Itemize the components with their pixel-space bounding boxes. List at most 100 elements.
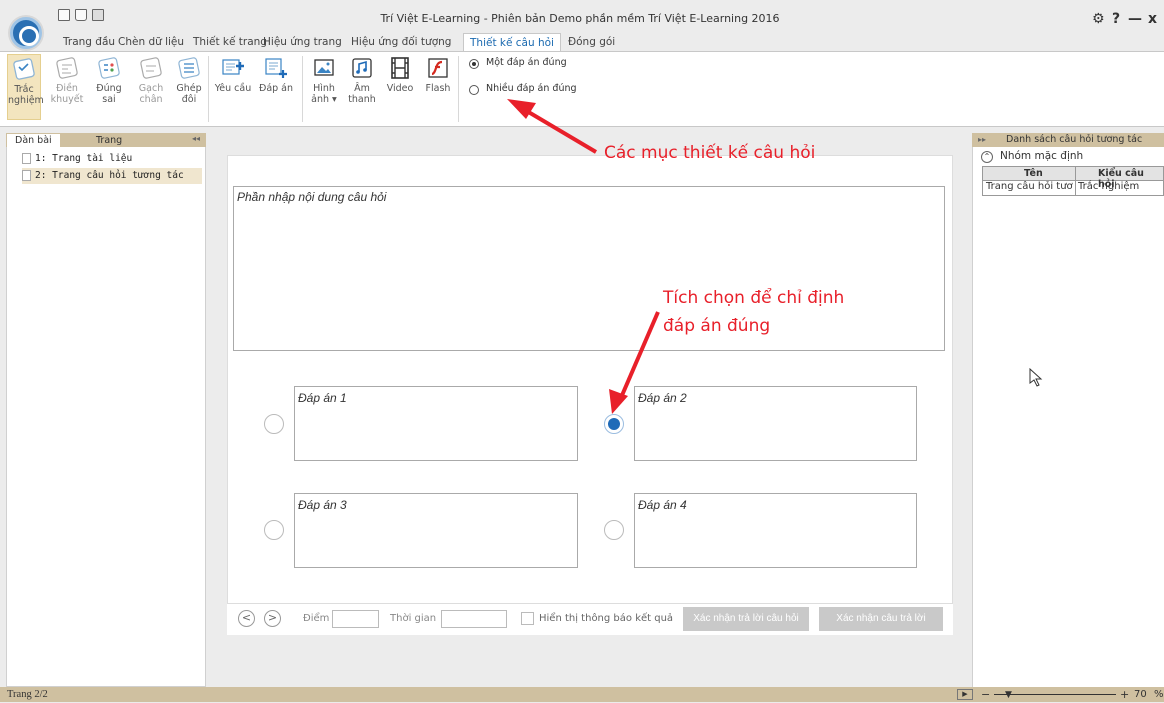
question-list-header: ▸▸ Danh sách câu hỏi tương tác	[972, 133, 1164, 147]
add-answer-button[interactable]: Đáp án	[256, 54, 296, 120]
audio-button[interactable]: Âm thanh	[345, 54, 379, 120]
ribbon-separator	[458, 56, 459, 122]
app-logo-icon[interactable]	[10, 17, 42, 49]
outline-panel	[6, 133, 206, 687]
page-item-label: 1: Trang tài liệu	[35, 153, 133, 164]
answer-4-radio[interactable]	[604, 520, 624, 540]
matching-icon	[178, 57, 200, 79]
add-request-button[interactable]: Yêu cầu	[213, 54, 253, 120]
answer-3-radio[interactable]	[264, 520, 284, 540]
underline-icon	[140, 57, 162, 79]
group-name: Nhóm mặc định	[1000, 150, 1084, 162]
fill-blank-button[interactable]: Điền khuyết	[50, 54, 84, 120]
ribbon-label: khuyết	[50, 94, 84, 105]
single-answer-label: Một đáp án đúng	[486, 57, 567, 68]
zoom-out-button[interactable]: −	[981, 687, 990, 702]
column-divider	[1075, 167, 1076, 195]
ribbon-label: ảnh ▾	[311, 94, 337, 105]
answer-3-label: Đáp án 3	[298, 498, 347, 512]
settings-icon[interactable]: ⚙	[1092, 11, 1105, 27]
zoom-slider-thumb[interactable]: ▼	[1005, 688, 1012, 703]
ribbon-label: Âm	[354, 83, 370, 94]
answer-4-box[interactable]: Đáp án 4	[634, 493, 917, 568]
table-cell-name[interactable]: Trang câu hỏi tươ	[986, 181, 1073, 192]
ribbon-separator	[302, 56, 303, 122]
window-title: Trí Việt E-Learning - Phiên bản Demo phầ…	[380, 12, 780, 25]
multiple-choice-button[interactable]: Trắc nghiệm	[7, 54, 44, 120]
true-false-button[interactable]: Đúng sai	[92, 54, 126, 120]
show-result-checkbox[interactable]	[521, 612, 534, 625]
open-folder-icon[interactable]	[75, 9, 87, 21]
question-list-panel	[972, 133, 1164, 687]
new-file-icon[interactable]	[58, 9, 70, 21]
page-item[interactable]: 1: Trang tài liệu	[22, 151, 202, 167]
zoom-level: 70	[1134, 689, 1147, 700]
mouse-cursor-icon	[1029, 368, 1043, 387]
underline-button[interactable]: Gạch chân	[134, 54, 168, 120]
help-button[interactable]: ?	[1112, 11, 1120, 27]
collapse-group-icon[interactable]: ⌃	[981, 151, 993, 163]
tab-question-design[interactable]: Thiết kế câu hỏi	[463, 33, 561, 51]
confirm-answer-button[interactable]: Xác nhận câu trả lời	[819, 607, 943, 631]
zoom-slider[interactable]	[994, 694, 1116, 695]
single-answer-radio[interactable]	[469, 59, 479, 69]
audio-icon	[352, 58, 372, 78]
tab-page-design[interactable]: Thiết kế trang	[193, 33, 267, 51]
tab-outline[interactable]: Dàn bài	[7, 134, 60, 147]
expand-panel-icon[interactable]: ▸▸	[978, 133, 986, 147]
answer-3-box[interactable]: Đáp án 3	[294, 493, 578, 568]
answer-2-box[interactable]: Đáp án 2	[634, 386, 917, 461]
question-content-box[interactable]: Phần nhập nội dung câu hỏi	[233, 186, 945, 351]
ribbon-label: chân	[139, 94, 163, 105]
score-input[interactable]	[332, 610, 379, 628]
add-answer-icon	[265, 58, 287, 78]
ribbon-label: đôi	[181, 94, 197, 105]
minimize-button[interactable]: —	[1128, 11, 1142, 27]
annotation-tick-line2: đáp án đúng	[663, 316, 771, 336]
answer-1-box[interactable]: Đáp án 1	[294, 386, 578, 461]
ribbon-label: Ghép	[176, 83, 202, 94]
ribbon-label: Trắc	[14, 84, 34, 95]
page-icon	[22, 153, 31, 164]
answer-2-radio[interactable]	[604, 414, 624, 434]
multiple-choice-icon	[13, 58, 35, 80]
tab-home[interactable]: Trang đầu	[63, 33, 115, 51]
answer-2-label: Đáp án 2	[638, 391, 687, 405]
image-button[interactable]: Hình ảnh ▾	[307, 54, 341, 120]
table-cell-type[interactable]: Trắc nghiệm	[1078, 181, 1139, 192]
matching-button[interactable]: Ghép đôi	[172, 54, 206, 120]
collapse-panel-icon[interactable]: ◂◂	[192, 134, 200, 143]
add-request-icon	[222, 59, 244, 75]
present-icon[interactable]: ▶	[957, 689, 973, 700]
zoom-in-button[interactable]: +	[1120, 687, 1129, 702]
answer-1-label: Đáp án 1	[298, 391, 347, 405]
question-table: Tên Kiểu câu hỏi Trang câu hỏi tươ Trắc …	[982, 166, 1164, 196]
fill-blank-icon	[56, 57, 78, 79]
column-header-name: Tên	[1024, 168, 1043, 179]
flash-button[interactable]: Flash	[421, 54, 455, 120]
tab-package[interactable]: Đóng gói	[568, 33, 615, 51]
confirm-question-button[interactable]: Xác nhận trả lời câu hỏi	[683, 607, 809, 631]
save-icon[interactable]	[92, 9, 104, 21]
answer-1-radio[interactable]	[264, 414, 284, 434]
tab-pages[interactable]: Trang	[88, 134, 130, 147]
ribbon-separator	[208, 56, 209, 122]
video-button[interactable]: Video	[383, 54, 417, 120]
question-list-title: Danh sách câu hỏi tương tác	[1006, 134, 1143, 145]
tab-object-effects[interactable]: Hiệu ứng đối tượng	[351, 33, 451, 51]
question-placeholder: Phần nhập nội dung câu hỏi	[237, 190, 387, 204]
close-button[interactable]: x	[1148, 11, 1157, 27]
ribbon-label: Hình	[313, 83, 335, 94]
tab-page-effects[interactable]: Hiệu ứng trang	[263, 33, 342, 51]
ribbon-label: Đáp án	[258, 83, 294, 94]
page-icon	[22, 170, 31, 181]
page-item[interactable]: 2: Trang câu hỏi tương tác	[22, 168, 202, 184]
prev-button[interactable]: <	[238, 610, 255, 627]
answer-4-label: Đáp án 4	[638, 498, 687, 512]
time-input[interactable]	[441, 610, 507, 628]
multiple-answer-radio[interactable]	[469, 85, 479, 95]
ribbon-label: Gạch	[138, 83, 164, 94]
tab-insert[interactable]: Chèn dữ liệu	[118, 33, 184, 51]
next-button[interactable]: >	[264, 610, 281, 627]
ribbon-label: Video	[386, 83, 414, 94]
